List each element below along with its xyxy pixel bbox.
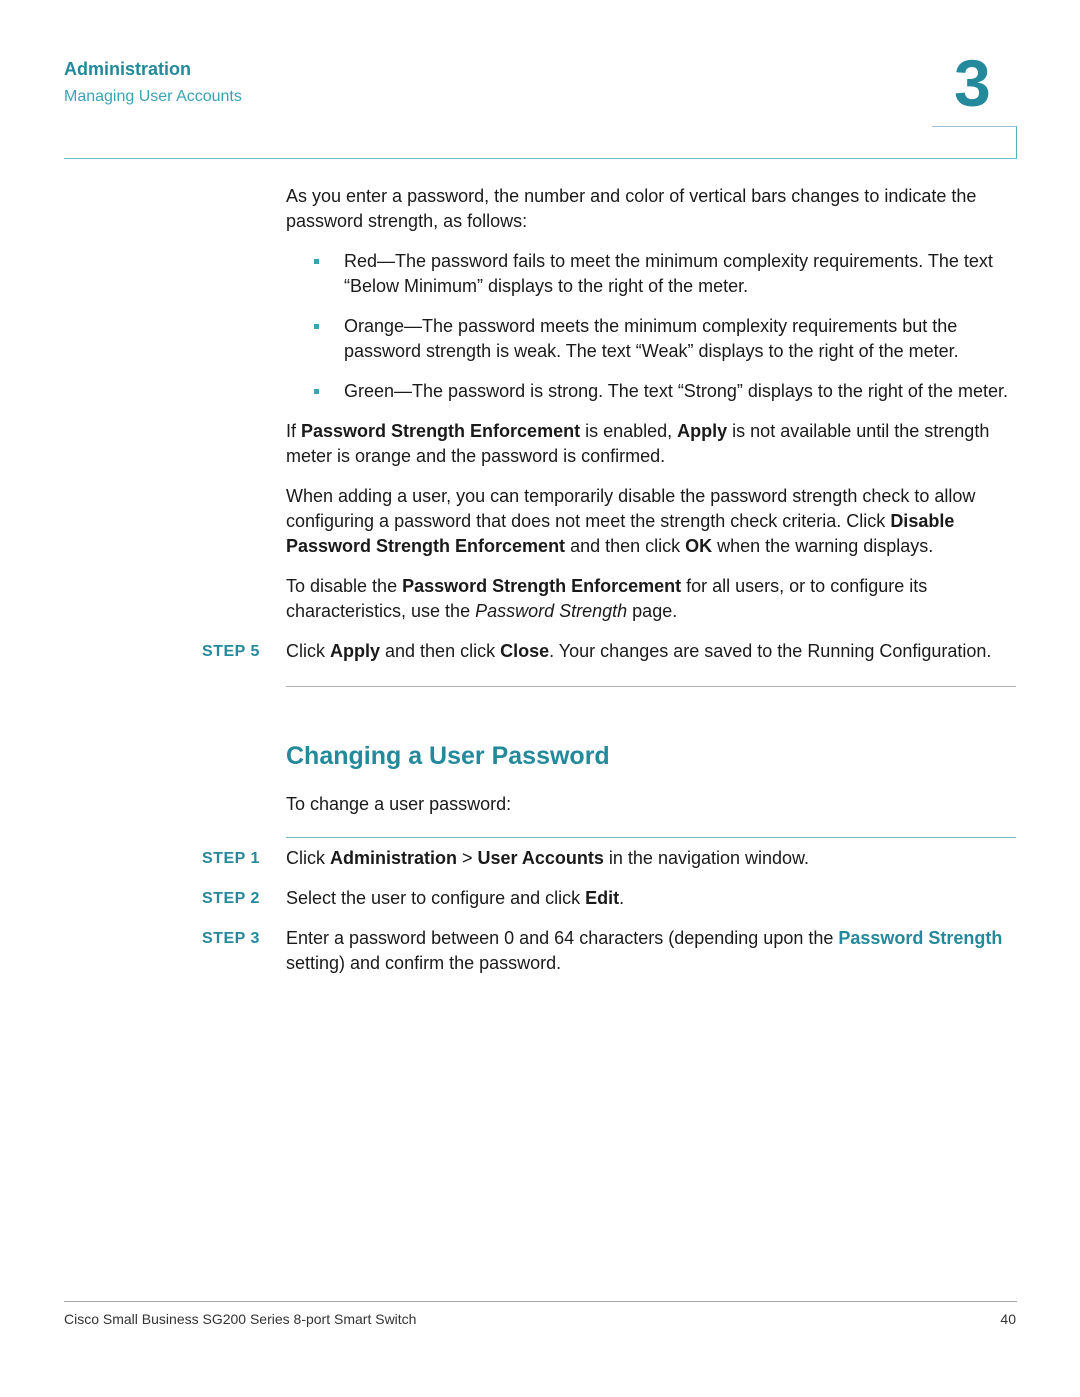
disable-check-paragraph: When adding a user, you can temporarily … — [286, 486, 976, 556]
intro-paragraph: As you enter a password, the number and … — [286, 186, 977, 231]
password-strength-page-paragraph: To disable the Password Strength Enforce… — [286, 576, 928, 621]
list-item-text: Orange—The password meets the minimum co… — [344, 316, 959, 361]
step-3: STEP 3 Enter a password between 0 and 64… — [202, 928, 1003, 973]
section-heading: Changing a User Password — [286, 742, 610, 770]
step-5: STEP 5 Click Apply and then click Close.… — [202, 639, 1016, 664]
step-1: STEP 1 Click Administration > User Accou… — [202, 846, 1016, 871]
step-label: STEP 2 — [202, 890, 260, 907]
bullet-icon — [314, 389, 319, 394]
bullet-icon — [314, 259, 319, 264]
footer-rule — [64, 1301, 1017, 1302]
header-section-title: Administration — [64, 59, 192, 79]
header-tab-box — [932, 126, 1017, 159]
list-item: Red—The password fails to meet the minim… — [314, 249, 1016, 299]
steps-divider — [286, 837, 1016, 838]
header-subsection-title: Managing User Accounts — [64, 88, 242, 105]
list-item: Orange—The password meets the minimum co… — [314, 314, 1016, 364]
header-rule — [64, 158, 1017, 159]
step-label: STEP 3 — [202, 930, 260, 947]
list-item-text: Red—The password fails to meet the minim… — [344, 251, 993, 296]
page-content: As you enter a password, the number and … — [202, 184, 1016, 991]
step-label: STEP 5 — [202, 643, 260, 660]
step-label: STEP 1 — [202, 850, 260, 867]
enforcement-paragraph: If Password Strength Enforcement is enab… — [286, 421, 990, 466]
bullet-icon — [314, 324, 319, 329]
password-strength-link[interactable]: Password Strength — [838, 928, 1002, 948]
footer-title: Cisco Small Business SG200 Series 8-port… — [64, 1311, 417, 1327]
strength-color-list: Red—The password fails to meet the minim… — [286, 249, 1016, 404]
page-number: 40 — [1000, 1311, 1016, 1327]
list-item: Green—The password is strong. The text “… — [314, 379, 1016, 404]
step-2: STEP 2 Select the user to configure and … — [202, 886, 1016, 911]
chapter-number: 3 — [954, 46, 991, 120]
list-item-text: Green—The password is strong. The text “… — [344, 381, 1008, 401]
section-divider — [286, 686, 1016, 687]
section-lead: To change a user password: — [286, 794, 512, 814]
